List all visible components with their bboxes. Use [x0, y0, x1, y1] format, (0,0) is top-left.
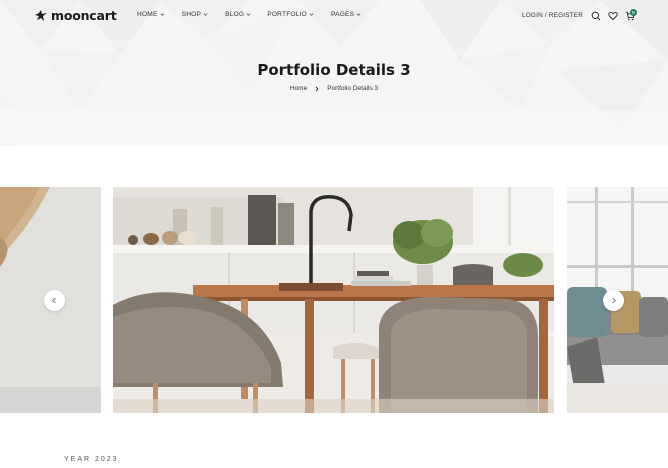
- site-header: mooncart HOME SHOP BLOG PORTFOLIO PAGES …: [0, 0, 668, 34]
- login-register-link[interactable]: LOGIN / REGISTER: [522, 12, 583, 19]
- chevron-down-icon: [309, 13, 314, 16]
- breadcrumb-current: Portfolio Details 3: [327, 85, 379, 92]
- brand-name: mooncart: [51, 8, 117, 23]
- heart-icon[interactable]: [608, 11, 618, 21]
- gallery-next-button[interactable]: [603, 290, 624, 311]
- chevron-right-icon: [612, 297, 616, 304]
- brand-logo[interactable]: mooncart: [34, 8, 117, 23]
- nav-item-label: PAGES: [331, 11, 355, 18]
- chevron-down-icon: [160, 13, 164, 16]
- chevron-left-icon: [52, 297, 56, 304]
- nav-item-shop[interactable]: SHOP: [182, 11, 209, 18]
- cart-count-badge: 0: [630, 9, 637, 16]
- chevron-down-icon: [203, 13, 208, 16]
- chevron-right-icon: [315, 86, 319, 91]
- project-year: YEAR 2023: [64, 456, 119, 463]
- chevron-down-icon: [356, 13, 361, 16]
- page-title: Portfolio Details 3: [257, 61, 411, 79]
- breadcrumb-home-link[interactable]: Home: [290, 85, 307, 92]
- nav-item-portfolio[interactable]: PORTFOLIO: [267, 11, 314, 18]
- dining-room-photo: [113, 187, 554, 413]
- nav-item-label: SHOP: [181, 11, 202, 18]
- chevron-down-icon: [246, 13, 251, 16]
- nav-item-pages[interactable]: PAGES: [331, 11, 361, 18]
- nav-item-label: HOME: [137, 11, 158, 18]
- breadcrumb: Home Portfolio Details 3: [0, 85, 668, 92]
- main-nav: HOME SHOP BLOG PORTFOLIO PAGES: [137, 11, 361, 18]
- bird-logo-icon: [35, 9, 47, 21]
- nav-item-label: PORTFOLIO: [267, 11, 308, 18]
- nav-item-label: BLOG: [225, 11, 245, 18]
- gallery-slide-active[interactable]: [113, 187, 554, 413]
- gallery-prev-button[interactable]: [44, 290, 65, 311]
- nav-item-home[interactable]: HOME: [137, 11, 165, 18]
- search-icon[interactable]: [591, 11, 601, 21]
- nav-item-blog[interactable]: BLOG: [225, 11, 251, 18]
